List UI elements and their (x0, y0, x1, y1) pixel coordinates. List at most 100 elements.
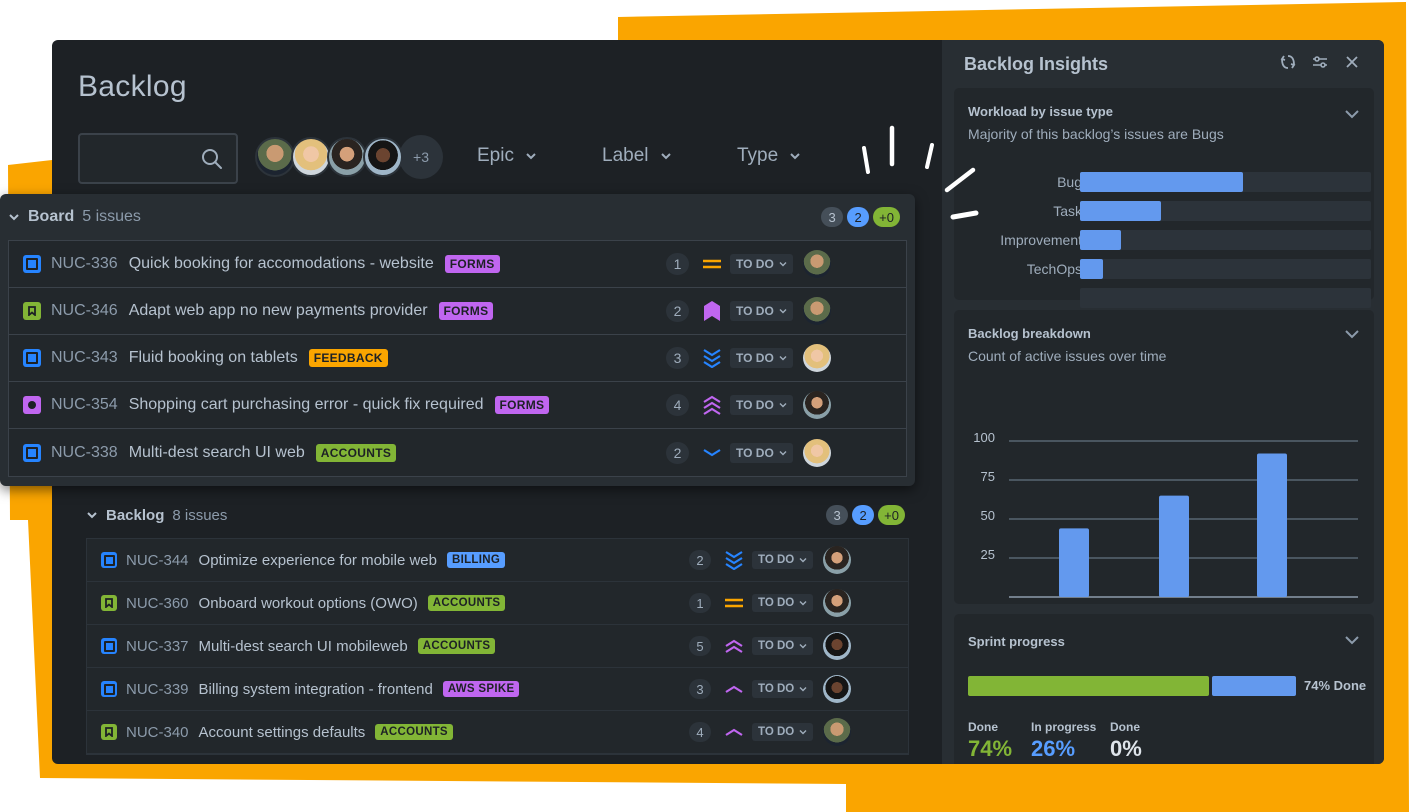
issue-label[interactable]: AWS SPIKE (442, 681, 520, 697)
issue-label[interactable]: FEEDBACK (308, 349, 388, 367)
done-count-pill: +0 (878, 505, 905, 525)
assignee-avatar[interactable] (823, 718, 852, 746)
issue-key[interactable]: NUC-339 (126, 681, 189, 698)
assignee-avatar[interactable] (802, 438, 831, 467)
issue-row[interactable]: NUC-338 Multi-dest search UI web ACCOUNT… (9, 429, 906, 476)
avatar-group[interactable]: +3 (255, 135, 443, 179)
issue-label[interactable]: BILLING (446, 552, 506, 568)
issue-row[interactable]: NUC-339 Billing system integration - fro… (87, 668, 908, 711)
issue-row[interactable]: NUC-360 Onboard workout options (OWO) AC… (87, 582, 908, 625)
close-icon[interactable] (1342, 52, 1362, 72)
issue-summary[interactable]: Quick booking for accomodations - websit… (129, 255, 434, 273)
issue-row[interactable]: NUC-336 Quick booking for accomodations … (9, 241, 906, 288)
issue-key[interactable]: NUC-360 (126, 595, 189, 612)
chevron-down-icon[interactable] (8, 211, 20, 223)
issue-label[interactable]: FORMS (438, 302, 494, 320)
workload-bar (1080, 259, 1104, 279)
issue-label[interactable]: FORMS (444, 255, 500, 273)
y-tick-label: 100 (973, 430, 995, 445)
issue-summary[interactable]: Onboard workout options (OWO) (199, 595, 418, 612)
issue-key[interactable]: NUC-343 (51, 349, 118, 367)
sprint-progress-inprogress-segment (1211, 676, 1296, 696)
assignee-avatar[interactable] (823, 589, 852, 617)
issue-row[interactable]: NUC-354 Shopping cart purchasing error -… (9, 382, 906, 429)
avatar[interactable] (255, 137, 295, 177)
issue-key[interactable]: NUC-346 (51, 302, 118, 320)
issue-summary[interactable]: Billing system integration - frontend (199, 681, 433, 698)
issue-summary[interactable]: Account settings defaults (199, 724, 366, 741)
filter-epic[interactable]: Epic (477, 145, 538, 167)
bookmark-icon (23, 302, 41, 320)
issue-summary[interactable]: Fluid booking on tablets (129, 349, 298, 367)
status-dropdown[interactable]: TO DO (730, 348, 793, 368)
status-dropdown[interactable]: TO DO (752, 551, 814, 569)
issue-key[interactable]: NUC-337 (126, 638, 189, 655)
issue-label[interactable]: ACCOUNTS (375, 724, 453, 740)
workload-bar-row: Task (954, 201, 1374, 221)
chevron-down-icon (779, 262, 787, 267)
backlog-section-header[interactable]: Backlog 8 issues 3 2 +0 (86, 492, 909, 538)
issue-row[interactable]: NUC-346 Adapt web app no new payments pr… (9, 288, 906, 335)
assignee-avatar[interactable] (823, 546, 852, 574)
status-label: TO DO (736, 257, 774, 271)
chevron-down-icon[interactable] (1344, 106, 1360, 122)
assignee-avatar[interactable] (802, 344, 831, 372)
status-label: TO DO (736, 445, 774, 460)
issue-label[interactable]: ACCOUNTS (417, 638, 496, 654)
issue-summary[interactable]: Adapt web app no new payments provider (129, 302, 428, 320)
assignee-avatar[interactable] (802, 297, 831, 325)
issue-row[interactable]: NUC-343 Fluid booking on tablets FEEDBAC… (9, 335, 906, 382)
filter-type[interactable]: Type (737, 145, 802, 167)
status-dropdown[interactable]: TO DO (730, 301, 793, 321)
workload-bar-label: Task (1053, 203, 1082, 219)
assignee-avatar[interactable] (823, 675, 852, 703)
search-input[interactable] (78, 133, 238, 184)
issue-label[interactable]: ACCOUNTS (427, 595, 506, 611)
issue-key[interactable]: NUC-340 (126, 724, 189, 741)
assignee-avatar[interactable] (802, 250, 831, 278)
stat-label: In progress (1031, 720, 1097, 734)
status-dropdown[interactable]: TO DO (752, 637, 814, 655)
issue-key[interactable]: NUC-338 (51, 444, 118, 462)
status-dropdown[interactable]: TO DO (730, 254, 793, 274)
issue-label[interactable]: FORMS (494, 396, 550, 414)
chevron-down-icon[interactable] (1344, 326, 1360, 342)
refresh-icon[interactable] (1278, 52, 1298, 72)
story-points-estimate: 5 (689, 636, 711, 656)
workload-bar-row: Improvement (954, 230, 1374, 250)
filter-label[interactable]: Label (602, 145, 673, 167)
issue-summary[interactable]: Multi-dest search UI web (129, 444, 305, 462)
status-dropdown[interactable]: TO DO (730, 442, 793, 463)
assignee-avatar[interactable] (802, 391, 831, 419)
status-dropdown[interactable]: TO DO (730, 395, 793, 415)
issue-key[interactable]: NUC-344 (126, 552, 189, 569)
settings-sliders-icon[interactable] (1310, 52, 1330, 72)
issue-label[interactable]: ACCOUNTS (315, 443, 397, 462)
chevron-down-icon[interactable] (1344, 632, 1360, 648)
avatar[interactable] (363, 137, 403, 177)
issue-key[interactable]: NUC-336 (51, 255, 118, 273)
bookmark-icon (101, 724, 117, 740)
filter-epic-label: Epic (477, 145, 514, 166)
status-dropdown[interactable]: TO DO (752, 723, 814, 741)
chevron-down-icon[interactable] (86, 509, 98, 521)
stat-in-progress: In progress 26% (1031, 720, 1096, 762)
issue-summary[interactable]: Multi-dest search UI mobileweb (199, 638, 408, 655)
issue-key[interactable]: NUC-354 (51, 396, 118, 414)
issue-summary[interactable]: Optimize experience for mobile web (199, 552, 437, 569)
avatar[interactable] (327, 137, 367, 177)
avatar-overflow-count[interactable]: +3 (399, 135, 443, 179)
issue-row[interactable]: NUC-344 Optimize experience for mobile w… (87, 539, 908, 582)
in-progress-count-pill: 2 (847, 207, 870, 227)
issue-row[interactable]: NUC-340 Account settings defaults ACCOUN… (87, 711, 908, 754)
chevron-down-icon (660, 153, 671, 160)
issue-summary[interactable]: Shopping cart purchasing error - quick f… (129, 396, 484, 414)
issue-row[interactable]: NUC-337 Multi-dest search UI mobileweb A… (87, 625, 908, 668)
assignee-avatar[interactable] (823, 632, 852, 660)
avatar[interactable] (291, 137, 331, 177)
board-section-header[interactable]: Board 5 issues 3 2 +0 (0, 194, 915, 240)
status-dropdown[interactable]: TO DO (752, 594, 814, 612)
workload-bar-row: TechOps (954, 259, 1374, 279)
status-dropdown[interactable]: TO DO (752, 680, 814, 698)
workload-bar-label: Bug (1057, 174, 1082, 190)
